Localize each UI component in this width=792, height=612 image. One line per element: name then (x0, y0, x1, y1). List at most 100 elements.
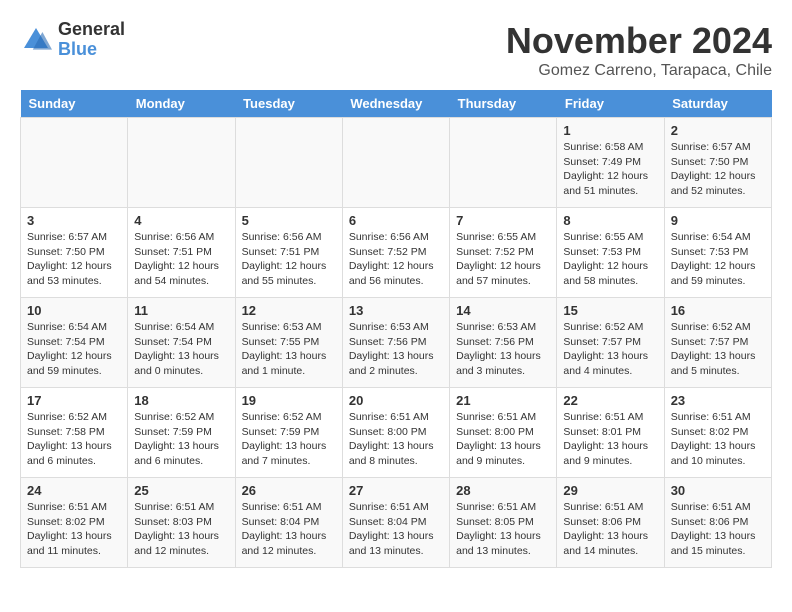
day-number: 12 (242, 303, 336, 318)
calendar-cell: 4Sunrise: 6:56 AM Sunset: 7:51 PM Daylig… (128, 208, 235, 298)
calendar-cell: 30Sunrise: 6:51 AM Sunset: 8:06 PM Dayli… (664, 478, 771, 568)
day-info: Sunrise: 6:52 AM Sunset: 7:57 PM Dayligh… (563, 320, 657, 379)
day-number: 29 (563, 483, 657, 498)
logo-blue-text: Blue (58, 40, 125, 60)
calendar-cell: 12Sunrise: 6:53 AM Sunset: 7:55 PM Dayli… (235, 298, 342, 388)
day-number: 19 (242, 393, 336, 408)
day-number: 16 (671, 303, 765, 318)
calendar-cell: 17 Sunrise: 6:52 AM Sunset: 7:58 PM Dayli… (21, 388, 128, 478)
day-number: 20 (349, 393, 443, 408)
day-info: Sunrise: 6:57 AM Sunset: 7:50 PM Dayligh… (671, 140, 765, 199)
day-info: Sunrise: 6:51 AM Sunset: 8:03 PM Dayligh… (134, 500, 228, 559)
day-number: 7 (456, 213, 550, 228)
day-number: 8 (563, 213, 657, 228)
day-info: Sunrise: 6:54 AM Sunset: 7:54 PM Dayligh… (134, 320, 228, 379)
logo-general-text: General (58, 20, 125, 40)
day-number: 27 (349, 483, 443, 498)
calendar-week-3: 10Sunrise: 6:54 AM Sunset: 7:54 PM Dayli… (21, 298, 772, 388)
calendar-cell: 6 Sunrise: 6:56 AM Sunset: 7:52 PM Daylig… (342, 208, 449, 298)
calendar-table: SundayMondayTuesdayWednesdayThursdayFrid… (20, 90, 772, 568)
day-number: 5 (242, 213, 336, 228)
calendar-cell (21, 118, 128, 208)
calendar-cell: 26 Sunrise: 6:51 AM Sunset: 8:04 PM Dayli… (235, 478, 342, 568)
logo-icon (20, 24, 52, 56)
page-header: General Blue November 2024 Gomez Carreno… (20, 20, 772, 80)
column-header-tuesday: Tuesday (235, 90, 342, 118)
day-number: 22 (563, 393, 657, 408)
logo: General Blue (20, 20, 125, 60)
calendar-cell: 22Sunrise: 6:51 AM Sunset: 8:01 PM Dayli… (557, 388, 664, 478)
calendar-cell: 7 Sunrise: 6:55 AM Sunset: 7:52 PM Daylig… (450, 208, 557, 298)
calendar-week-2: 3 Sunrise: 6:57 AM Sunset: 7:50 PM Daylig… (21, 208, 772, 298)
day-info: Sunrise: 6:51 AM Sunset: 8:04 PM Dayligh… (242, 500, 336, 559)
calendar-cell: 28 Sunrise: 6:51 AM Sunset: 8:05 PM Dayli… (450, 478, 557, 568)
day-info: Sunrise: 6:51 AM Sunset: 8:06 PM Dayligh… (563, 500, 657, 559)
calendar-cell: 29 Sunrise: 6:51 AM Sunset: 8:06 PM Dayli… (557, 478, 664, 568)
calendar-cell: 18 Sunrise: 6:52 AM Sunset: 7:59 PM Dayli… (128, 388, 235, 478)
calendar-cell: 2Sunrise: 6:57 AM Sunset: 7:50 PM Daylig… (664, 118, 771, 208)
column-header-saturday: Saturday (664, 90, 771, 118)
calendar-header: SundayMondayTuesdayWednesdayThursdayFrid… (21, 90, 772, 118)
column-header-sunday: Sunday (21, 90, 128, 118)
column-header-monday: Monday (128, 90, 235, 118)
day-info: Sunrise: 6:55 AM Sunset: 7:52 PM Dayligh… (456, 230, 550, 289)
calendar-cell (128, 118, 235, 208)
day-info: Sunrise: 6:51 AM Sunset: 8:05 PM Dayligh… (456, 500, 550, 559)
day-info: Sunrise: 6:51 AM Sunset: 8:02 PM Dayligh… (671, 410, 765, 469)
day-info: Sunrise: 6:52 AM Sunset: 7:58 PM Dayligh… (27, 410, 121, 469)
column-header-thursday: Thursday (450, 90, 557, 118)
day-number: 15 (563, 303, 657, 318)
day-info: Sunrise: 6:51 AM Sunset: 8:02 PM Dayligh… (27, 500, 121, 559)
day-number: 24 (27, 483, 121, 498)
calendar-body: 1 Sunrise: 6:58 AM Sunset: 7:49 PM Daylig… (21, 118, 772, 568)
column-header-wednesday: Wednesday (342, 90, 449, 118)
calendar-cell: 25Sunrise: 6:51 AM Sunset: 8:03 PM Dayli… (128, 478, 235, 568)
day-number: 14 (456, 303, 550, 318)
calendar-cell: 20 Sunrise: 6:51 AM Sunset: 8:00 PM Dayli… (342, 388, 449, 478)
calendar-cell: 1 Sunrise: 6:58 AM Sunset: 7:49 PM Daylig… (557, 118, 664, 208)
calendar-cell: 16 Sunrise: 6:52 AM Sunset: 7:57 PM Dayli… (664, 298, 771, 388)
day-info: Sunrise: 6:58 AM Sunset: 7:49 PM Dayligh… (563, 140, 657, 199)
day-info: Sunrise: 6:52 AM Sunset: 7:57 PM Dayligh… (671, 320, 765, 379)
calendar-cell (342, 118, 449, 208)
calendar-cell: 3 Sunrise: 6:57 AM Sunset: 7:50 PM Daylig… (21, 208, 128, 298)
calendar-week-5: 24 Sunrise: 6:51 AM Sunset: 8:02 PM Dayli… (21, 478, 772, 568)
calendar-cell: 8 Sunrise: 6:55 AM Sunset: 7:53 PM Daylig… (557, 208, 664, 298)
calendar-cell: 10Sunrise: 6:54 AM Sunset: 7:54 PM Dayli… (21, 298, 128, 388)
calendar-cell: 14 Sunrise: 6:53 AM Sunset: 7:56 PM Dayli… (450, 298, 557, 388)
header-row: SundayMondayTuesdayWednesdayThursdayFrid… (21, 90, 772, 118)
calendar-cell: 11Sunrise: 6:54 AM Sunset: 7:54 PM Dayli… (128, 298, 235, 388)
day-number: 17 (27, 393, 121, 408)
day-info: Sunrise: 6:52 AM Sunset: 7:59 PM Dayligh… (134, 410, 228, 469)
day-number: 3 (27, 213, 121, 228)
calendar-cell (235, 118, 342, 208)
day-info: Sunrise: 6:53 AM Sunset: 7:56 PM Dayligh… (349, 320, 443, 379)
calendar-cell (450, 118, 557, 208)
day-info: Sunrise: 6:55 AM Sunset: 7:53 PM Dayligh… (563, 230, 657, 289)
day-number: 18 (134, 393, 228, 408)
day-info: Sunrise: 6:51 AM Sunset: 8:04 PM Dayligh… (349, 500, 443, 559)
month-year-title: November 2024 (506, 20, 772, 62)
day-number: 21 (456, 393, 550, 408)
day-info: Sunrise: 6:56 AM Sunset: 7:51 PM Dayligh… (242, 230, 336, 289)
calendar-week-4: 17 Sunrise: 6:52 AM Sunset: 7:58 PM Dayli… (21, 388, 772, 478)
calendar-cell: 9 Sunrise: 6:54 AM Sunset: 7:53 PM Daylig… (664, 208, 771, 298)
calendar-cell: 13Sunrise: 6:53 AM Sunset: 7:56 PM Dayli… (342, 298, 449, 388)
calendar-cell: 19 Sunrise: 6:52 AM Sunset: 7:59 PM Dayli… (235, 388, 342, 478)
day-number: 1 (563, 123, 657, 138)
day-info: Sunrise: 6:53 AM Sunset: 7:56 PM Dayligh… (456, 320, 550, 379)
day-number: 28 (456, 483, 550, 498)
day-number: 6 (349, 213, 443, 228)
day-number: 9 (671, 213, 765, 228)
day-info: Sunrise: 6:57 AM Sunset: 7:50 PM Dayligh… (27, 230, 121, 289)
day-info: Sunrise: 6:54 AM Sunset: 7:53 PM Dayligh… (671, 230, 765, 289)
calendar-cell: 24 Sunrise: 6:51 AM Sunset: 8:02 PM Dayli… (21, 478, 128, 568)
day-info: Sunrise: 6:52 AM Sunset: 7:59 PM Dayligh… (242, 410, 336, 469)
calendar-cell: 5 Sunrise: 6:56 AM Sunset: 7:51 PM Daylig… (235, 208, 342, 298)
day-number: 30 (671, 483, 765, 498)
day-info: Sunrise: 6:51 AM Sunset: 8:00 PM Dayligh… (349, 410, 443, 469)
day-number: 23 (671, 393, 765, 408)
day-number: 26 (242, 483, 336, 498)
day-info: Sunrise: 6:56 AM Sunset: 7:52 PM Dayligh… (349, 230, 443, 289)
calendar-cell: 27 Sunrise: 6:51 AM Sunset: 8:04 PM Dayli… (342, 478, 449, 568)
